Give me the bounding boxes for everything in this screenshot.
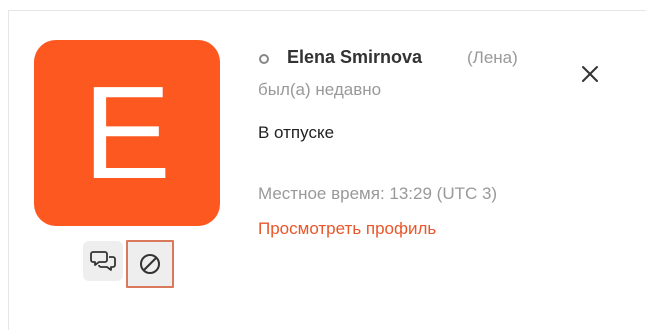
message-button[interactable] [83, 241, 123, 281]
contact-card: E Elena Smirnova (Лена) был(а) недавно В… [8, 10, 646, 330]
last-seen-text: был(а) недавно [258, 80, 382, 99]
close-button[interactable] [577, 61, 603, 87]
chat-bubbles-icon [90, 251, 116, 271]
view-profile-link[interactable]: Просмотреть профиль [258, 219, 436, 239]
block-button[interactable] [126, 240, 174, 288]
close-icon [582, 66, 598, 82]
avatar: E [34, 40, 220, 226]
contact-nickname: (Лена) [467, 48, 518, 67]
block-icon [140, 254, 160, 274]
offline-status-icon [259, 54, 269, 64]
contact-name: Elena Smirnova [287, 47, 423, 67]
local-time-text: Местное время: 13:29 (UTC 3) [258, 184, 498, 203]
status-message: В отпуске [258, 123, 335, 142]
